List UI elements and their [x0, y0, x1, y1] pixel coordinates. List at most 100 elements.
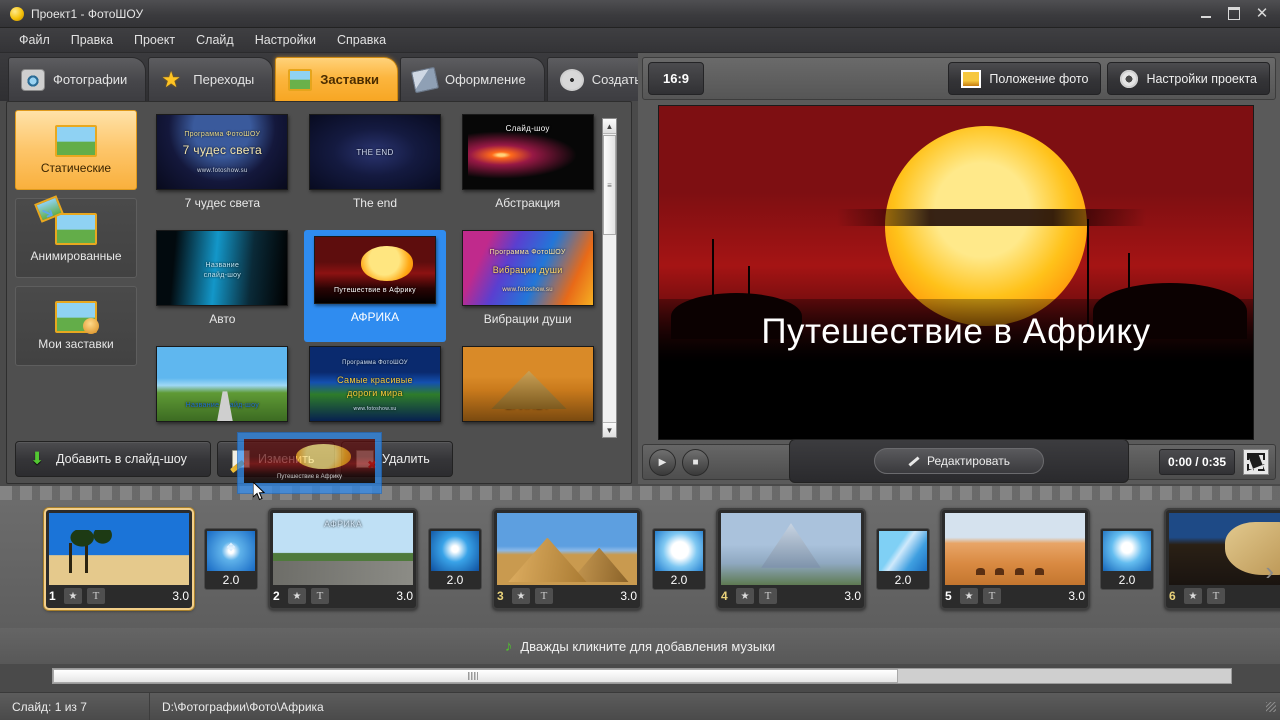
template-grid: Программа ФотоШОУ 7 чудес света www.fotosh…: [145, 110, 605, 438]
category-static-label: Статические: [40, 161, 112, 175]
timeline-transition[interactable]: ✥ 2.0: [204, 528, 258, 590]
timeline-transition[interactable]: 2.0: [428, 528, 482, 590]
slide-duration[interactable]: 3.0: [172, 589, 189, 603]
slide-timeline[interactable]: 1 ★ T 3.0 ✥ 2.0 АФРИКА 2 ★ T 3.0 2.0 3 ★ T 3.0 2.0 4 ★ T 3.0…: [0, 500, 1280, 628]
template-thumbnail: ЕГИПЕТ: [461, 346, 594, 422]
pyramid-shape: [569, 547, 629, 583]
effect-star-icon[interactable]: ★: [288, 588, 306, 604]
delete-intro-label: Удалить: [382, 452, 430, 466]
timeline-horizontal-scrollbar[interactable]: [52, 668, 1232, 684]
text-layer-icon[interactable]: T: [535, 588, 553, 604]
transition-duration[interactable]: 2.0: [431, 571, 479, 589]
edit-slide-button[interactable]: Редактировать: [874, 448, 1044, 474]
effect-star-icon[interactable]: ★: [64, 588, 82, 604]
template-grid-scrollbar[interactable]: ▲ ≡ ▼: [602, 118, 617, 438]
stop-button[interactable]: ■: [682, 448, 709, 476]
transition-duration[interactable]: 2.0: [207, 571, 255, 589]
music-track-strip[interactable]: ♪ Дважды кликните для добавления музыки: [0, 628, 1280, 664]
category-my-intros[interactable]: Мои заставки: [15, 286, 137, 366]
photoshow-application-window: Проект1 - ФотоШОУ ✕ Файл Правка Проект С…: [0, 0, 1280, 720]
delete-intro-button[interactable]: Удалить: [341, 441, 453, 477]
minimize-button[interactable]: [1192, 4, 1220, 24]
template-cell[interactable]: Название слайд-шоу Авто: [151, 230, 294, 342]
play-button[interactable]: ▶: [649, 448, 676, 476]
template-cell[interactable]: Слайд-шоу Абстракция: [456, 114, 599, 226]
slide-duration[interactable]: 3.0: [620, 589, 637, 603]
template-thumbnail-text: дороги мира: [347, 388, 403, 399]
slide-info-bar: 2 ★ T 3.0: [273, 587, 413, 605]
close-button[interactable]: ✕: [1248, 4, 1276, 24]
text-layer-icon[interactable]: T: [87, 588, 105, 604]
effect-star-icon[interactable]: ★: [736, 588, 754, 604]
transition-duration[interactable]: 2.0: [655, 571, 703, 589]
transition-duration[interactable]: 2.0: [1103, 571, 1151, 589]
category-my-intros-label: Мои заставки: [38, 337, 114, 351]
slide-number: 5: [945, 589, 952, 603]
effect-star-icon[interactable]: ★: [960, 588, 978, 604]
text-layer-icon[interactable]: T: [983, 588, 1001, 604]
text-layer-icon[interactable]: T: [1207, 588, 1225, 604]
timeline-slide[interactable]: 5 ★ T 3.0: [940, 508, 1090, 610]
scroll-up-icon[interactable]: ▲: [603, 119, 616, 134]
template-cell[interactable]: THE END The end: [304, 114, 447, 226]
resize-grip-icon[interactable]: [1266, 701, 1276, 712]
timeline-slide[interactable]: 6 ★ T: [1164, 508, 1280, 610]
add-to-slideshow-button[interactable]: ⬇ Добавить в слайд-шоу: [15, 441, 211, 477]
fullscreen-button[interactable]: [1243, 449, 1269, 475]
tab-intros-label: Заставки: [320, 72, 379, 87]
sun-shape: [884, 125, 1087, 326]
timeline-slide[interactable]: 3 ★ T 3.0: [492, 508, 642, 610]
timeline-transition[interactable]: 2.0: [876, 528, 930, 590]
transition-duration[interactable]: 2.0: [879, 571, 927, 589]
menu-item-project[interactable]: Проект: [125, 29, 184, 51]
slide-thumbnail: [1169, 513, 1280, 585]
category-static[interactable]: Статические: [15, 110, 137, 190]
slide-duration[interactable]: 3.0: [396, 589, 413, 603]
template-caption: Авто: [209, 312, 236, 326]
slide-thumbnail: АФРИКА: [273, 513, 413, 585]
slide-duration[interactable]: 3.0: [1068, 589, 1085, 603]
timeline-transition[interactable]: 2.0: [652, 528, 706, 590]
tab-design[interactable]: Оформление: [399, 57, 545, 101]
menu-item-file[interactable]: Файл: [10, 29, 59, 51]
template-cell[interactable]: Программа ФотоШОУ Вибрации души www.fotosh…: [456, 230, 599, 342]
slide-overlay-text: АФРИКА: [323, 518, 363, 529]
menu-item-help[interactable]: Справка: [328, 29, 395, 51]
slide-info-bar: 3 ★ T 3.0: [497, 587, 637, 605]
edit-intro-button[interactable]: Изменить: [217, 441, 335, 477]
template-cell[interactable]: Программа ФотоШОУ 7 чудес света www.fotosh…: [151, 114, 294, 226]
preview-stage[interactable]: Путешествие в Африку: [658, 105, 1254, 440]
timeline-next-arrow-icon[interactable]: ›: [1265, 556, 1274, 587]
slide-info-bar: 1 ★ T 3.0: [49, 587, 189, 605]
text-layer-icon[interactable]: T: [311, 588, 329, 604]
timeline-slide[interactable]: АФРИКА 2 ★ T 3.0: [268, 508, 418, 610]
photo-position-button[interactable]: Положение фото: [948, 62, 1102, 95]
scrollbar-thumb[interactable]: ≡: [603, 135, 616, 235]
green-down-arrow-icon: ⬇: [30, 449, 45, 468]
effect-star-icon[interactable]: ★: [1184, 588, 1202, 604]
timeline-slide[interactable]: 4 ★ T 3.0: [716, 508, 866, 610]
category-animated[interactable]: Анимированные: [15, 198, 137, 278]
transition-thumbnail: ✥: [207, 531, 255, 571]
hscrollbar-grip-icon: [468, 672, 478, 680]
project-settings-button[interactable]: Настройки проекта: [1107, 62, 1270, 95]
tab-photos[interactable]: Фотографии: [8, 57, 147, 101]
maximize-button[interactable]: [1220, 4, 1248, 24]
effect-star-icon[interactable]: ★: [512, 588, 530, 604]
slide-duration[interactable]: 3.0: [844, 589, 861, 603]
timeline-slide[interactable]: 1 ★ T 3.0: [44, 508, 194, 610]
scroll-down-icon[interactable]: ▼: [603, 422, 616, 437]
template-thumbnail-text: Название слайд-шоу: [185, 401, 259, 409]
text-layer-icon[interactable]: T: [759, 588, 777, 604]
preview-panel: 16:9 Положение фото Настройки проекта Пу…: [638, 53, 1280, 484]
aspect-ratio-button[interactable]: 16:9: [648, 62, 704, 95]
tab-intros[interactable]: Заставки: [275, 57, 398, 101]
menu-item-slide[interactable]: Слайд: [187, 29, 243, 51]
template-cell[interactable]: Путешествие в Африку АФРИКА: [303, 230, 447, 342]
menu-item-edit[interactable]: Правка: [62, 29, 122, 51]
template-thumbnail-text: Путешествие в Африку: [334, 287, 416, 295]
menu-item-settings[interactable]: Настройки: [246, 29, 325, 51]
template-caption: 7 чудес света: [184, 196, 261, 210]
tab-transitions[interactable]: ★ Переходы: [148, 57, 274, 101]
timeline-transition[interactable]: 2.0: [1100, 528, 1154, 590]
